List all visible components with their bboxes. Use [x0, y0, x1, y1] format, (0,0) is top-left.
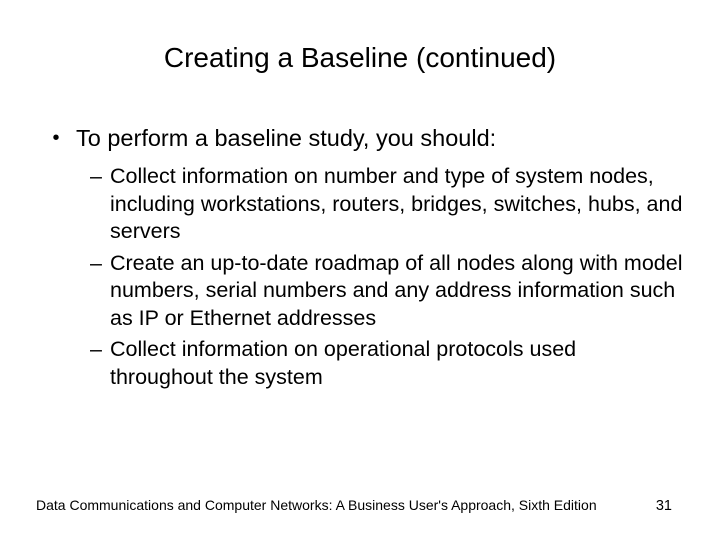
sub-bullet-list: – Collect information on number and type…	[36, 163, 684, 391]
dash-icon: –	[90, 336, 110, 391]
dash-icon: –	[90, 250, 110, 333]
footer-source: Data Communications and Computer Network…	[36, 497, 597, 513]
dash-icon: –	[90, 163, 110, 246]
slide-footer: Data Communications and Computer Network…	[36, 497, 684, 514]
bullet-level2-text: Create an up-to-date roadmap of all node…	[110, 250, 684, 333]
bullet-level2: – Create an up-to-date roadmap of all no…	[90, 250, 684, 333]
bullet-level2-text: Collect information on operational proto…	[110, 336, 684, 391]
bullet-level1: • To perform a baseline study, you shoul…	[36, 124, 684, 153]
bullet-level2: – Collect information on number and type…	[90, 163, 684, 246]
slide-body: • To perform a baseline study, you shoul…	[36, 124, 684, 392]
bullet-level2: – Collect information on operational pro…	[90, 336, 684, 391]
footer-page-number: 31	[656, 498, 684, 514]
bullet-icon: •	[36, 124, 76, 153]
bullet-level1-text: To perform a baseline study, you should:	[76, 124, 496, 153]
slide-title: Creating a Baseline (continued)	[36, 42, 684, 74]
bullet-level2-text: Collect information on number and type o…	[110, 163, 684, 246]
slide: Creating a Baseline (continued) • To per…	[0, 0, 720, 540]
